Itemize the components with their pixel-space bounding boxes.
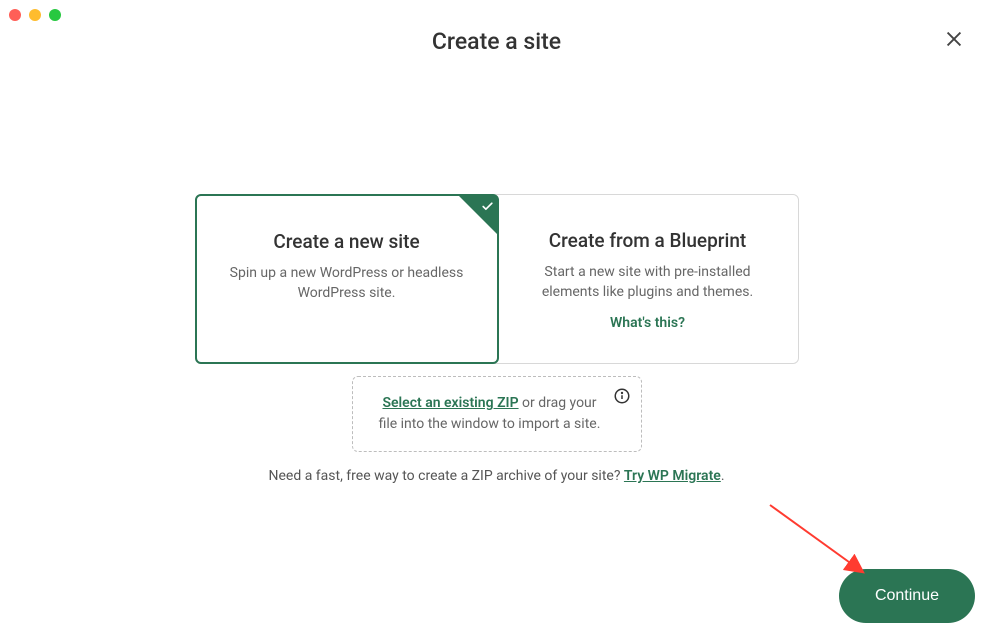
hint-suffix: . — [721, 468, 725, 484]
import-drop-zone[interactable]: Select an existing ZIP or drag your file… — [352, 376, 642, 452]
option-create-from-blueprint[interactable]: Create from a Blueprint Start a new site… — [498, 195, 798, 363]
page-title: Create a site — [0, 28, 993, 55]
window-traffic-lights — [9, 9, 61, 21]
selected-indicator — [459, 196, 497, 234]
continue-button[interactable]: Continue — [839, 569, 975, 623]
try-wp-migrate-link[interactable]: Try WP Migrate — [624, 468, 721, 484]
zip-hint-row: Need a fast, free way to create a ZIP ar… — [0, 468, 993, 484]
checkmark-icon — [481, 200, 494, 213]
option-new-site-description: Spin up a new WordPress or headless Word… — [225, 263, 469, 304]
arrow-annotation — [765, 500, 875, 580]
window-close-dot[interactable] — [9, 9, 21, 21]
option-blueprint-description: Start a new site with pre-installed elem… — [526, 262, 770, 303]
option-blueprint-title: Create from a Blueprint — [526, 229, 770, 252]
close-icon — [943, 28, 965, 50]
hint-prefix: Need a fast, free way to create a ZIP ar… — [268, 468, 623, 484]
option-create-new-site[interactable]: Create a new site Spin up a new WordPres… — [195, 194, 499, 364]
select-zip-link[interactable]: Select an existing ZIP — [382, 395, 518, 411]
site-options-row: Create a new site Spin up a new WordPres… — [195, 194, 799, 364]
page-header: Create a site — [0, 28, 993, 55]
window-minimize-dot[interactable] — [29, 9, 41, 21]
info-icon[interactable] — [613, 387, 631, 405]
window-zoom-dot[interactable] — [49, 9, 61, 21]
close-button[interactable] — [943, 28, 965, 50]
whats-this-link[interactable]: What's this? — [526, 315, 770, 331]
option-new-site-title: Create a new site — [225, 230, 469, 253]
